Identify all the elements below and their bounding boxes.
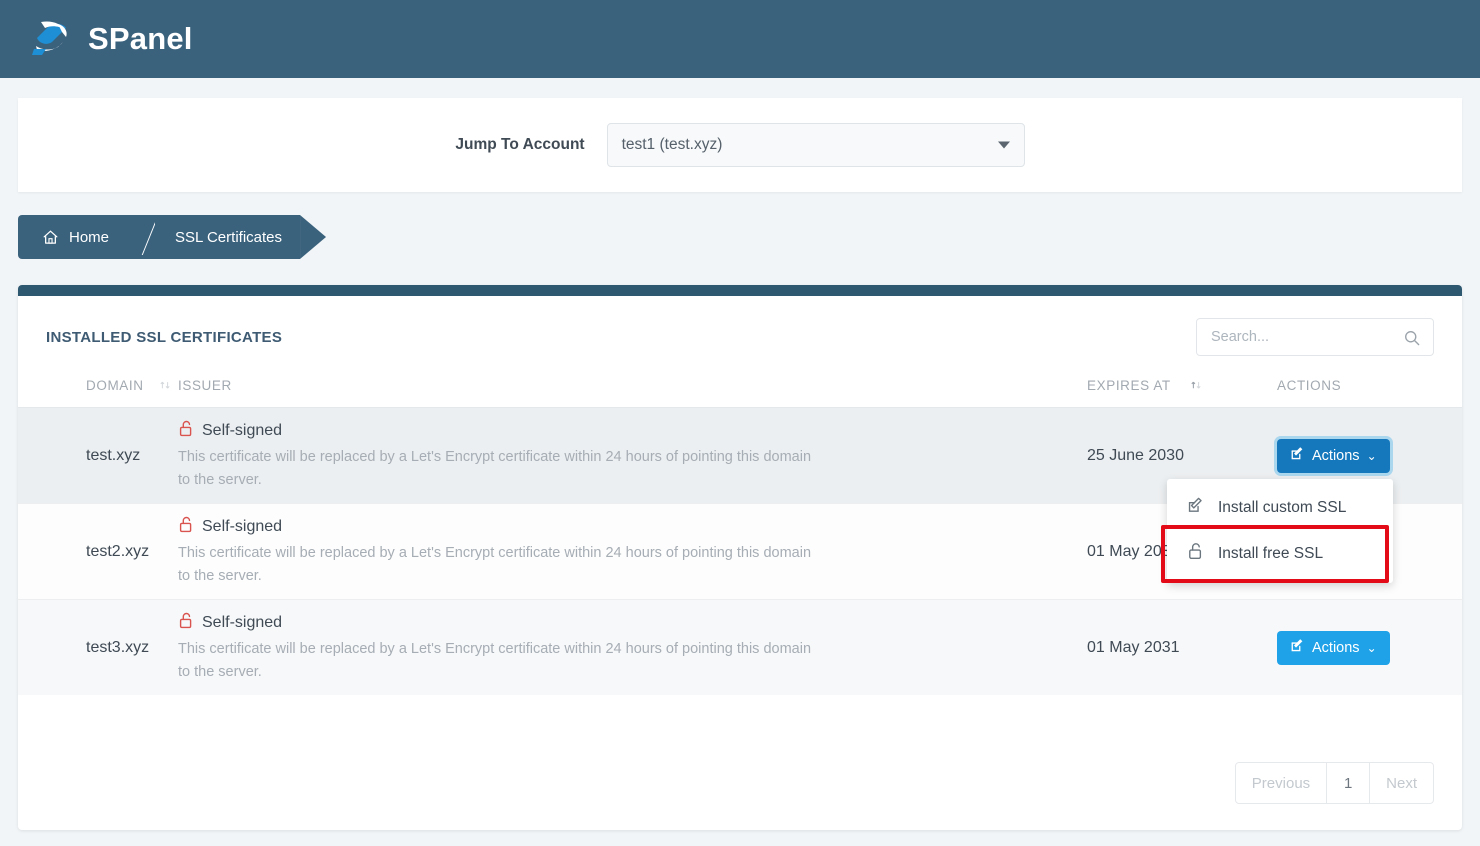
jump-to-account-panel: Jump To Account test1 (test.xyz): [18, 98, 1462, 192]
table-row: test.xyz Self-signed This certificate wi…: [18, 407, 1462, 503]
cell-domain: test2.xyz: [18, 543, 178, 561]
column-header-actions: ACTIONS: [1277, 378, 1462, 393]
cell-expires: 25 June 2030: [1087, 447, 1277, 465]
unlock-icon: [1187, 542, 1204, 565]
account-select[interactable]: test1 (test.xyz): [607, 123, 1025, 167]
cell-issuer: Self-signed This certificate will be rep…: [178, 612, 1087, 682]
sort-updown-icon[interactable]: [1189, 379, 1203, 393]
menu-item-install-free-ssl[interactable]: Install free SSL: [1167, 531, 1393, 577]
issuer-name: Self-signed: [202, 614, 282, 632]
breadcrumb-current-label: SSL Certificates: [175, 229, 282, 246]
column-header-domain-label: DOMAIN: [86, 378, 144, 393]
app-header: SPanel: [0, 0, 1480, 78]
breadcrumb-home-label: Home: [69, 229, 109, 246]
spanel-shield-logo-icon: [28, 16, 74, 62]
issuer-title: Self-signed: [178, 612, 1057, 634]
column-header-expires-label: EXPIRES AT: [1087, 378, 1171, 393]
breadcrumb-tail: [300, 215, 326, 259]
issuer-name: Self-signed: [202, 518, 282, 536]
column-header-domain[interactable]: DOMAIN: [18, 378, 178, 393]
actions-dropdown-menu: Install custom SSL Install free SSL: [1167, 479, 1393, 583]
actions-button[interactable]: Actions ⌄: [1277, 631, 1390, 665]
pagination-previous-button[interactable]: Previous: [1235, 762, 1327, 804]
jump-to-account-label: Jump To Account: [455, 136, 584, 154]
issuer-title: Self-signed: [178, 420, 1057, 442]
chevron-down-icon: [998, 142, 1010, 149]
brand-logo[interactable]: SPanel: [28, 16, 193, 62]
page-title: INSTALLED SSL CERTIFICATES: [46, 329, 282, 346]
pagination: Previous 1 Next: [1235, 762, 1434, 804]
ssl-certificates-card: INSTALLED SSL CERTIFICATES DOMAIN: [18, 285, 1462, 830]
actions-button-label: Actions: [1312, 448, 1360, 464]
issuer-description: This certificate will be replaced by a L…: [178, 638, 818, 682]
issuer-name: Self-signed: [202, 422, 282, 440]
account-select-value: test1 (test.xyz): [622, 136, 723, 154]
card-topbar: [18, 285, 1462, 296]
cell-domain: test.xyz: [18, 447, 178, 465]
issuer-title: Self-signed: [178, 516, 1057, 538]
cell-actions: Actions ⌄: [1277, 631, 1462, 665]
edit-square-icon: [1187, 497, 1204, 519]
actions-button-label: Actions: [1312, 640, 1360, 656]
sort-updown-icon[interactable]: [158, 379, 172, 393]
edit-square-icon: [1290, 638, 1305, 657]
brand-name: SPanel: [88, 21, 193, 57]
breadcrumb: Home SSL Certificates: [18, 215, 1480, 259]
cell-issuer: Self-signed This certificate will be rep…: [178, 516, 1087, 586]
actions-button[interactable]: Actions ⌄: [1277, 439, 1390, 473]
table-header-row: DOMAIN ISSUER EXPIRES AT: [18, 366, 1462, 407]
cell-domain: test3.xyz: [18, 639, 178, 657]
breadcrumb-item-current: SSL Certificates: [155, 215, 300, 259]
search-icon[interactable]: [1403, 329, 1421, 352]
cell-issuer: Self-signed This certificate will be rep…: [178, 420, 1087, 490]
search-input[interactable]: [1209, 328, 1399, 346]
column-header-expires[interactable]: EXPIRES AT: [1087, 378, 1277, 393]
table-row: test3.xyz Self-signed This certificate w…: [18, 599, 1462, 695]
home-icon: [42, 229, 59, 246]
ssl-table: DOMAIN ISSUER EXPIRES AT: [18, 366, 1462, 695]
menu-item-label: Install custom SSL: [1218, 499, 1346, 517]
column-header-actions-label: ACTIONS: [1277, 378, 1341, 393]
unlock-icon: [178, 516, 194, 538]
cell-expires: 01 May 2031: [1087, 639, 1277, 657]
pagination-page-1[interactable]: 1: [1326, 762, 1370, 804]
unlock-icon: [178, 420, 194, 442]
column-header-issuer-label: ISSUER: [178, 378, 232, 393]
card-header: INSTALLED SSL CERTIFICATES: [18, 296, 1462, 366]
column-header-issuer: ISSUER: [178, 378, 1087, 393]
breadcrumb-separator-icon: [131, 215, 155, 259]
issuer-description: This certificate will be replaced by a L…: [178, 542, 818, 586]
menu-item-label: Install free SSL: [1218, 545, 1323, 563]
chevron-down-icon: ⌄: [1367, 642, 1377, 654]
pagination-next-button[interactable]: Next: [1369, 762, 1434, 804]
issuer-description: This certificate will be replaced by a L…: [178, 446, 818, 490]
breadcrumb-item-home[interactable]: Home: [18, 215, 131, 259]
unlock-icon: [178, 612, 194, 634]
chevron-down-icon: ⌄: [1367, 450, 1377, 462]
cell-actions: Actions ⌄ Install custom SSL: [1277, 439, 1462, 473]
menu-item-install-custom-ssl[interactable]: Install custom SSL: [1167, 485, 1393, 531]
search-box[interactable]: [1196, 318, 1434, 356]
edit-square-icon: [1290, 446, 1305, 465]
